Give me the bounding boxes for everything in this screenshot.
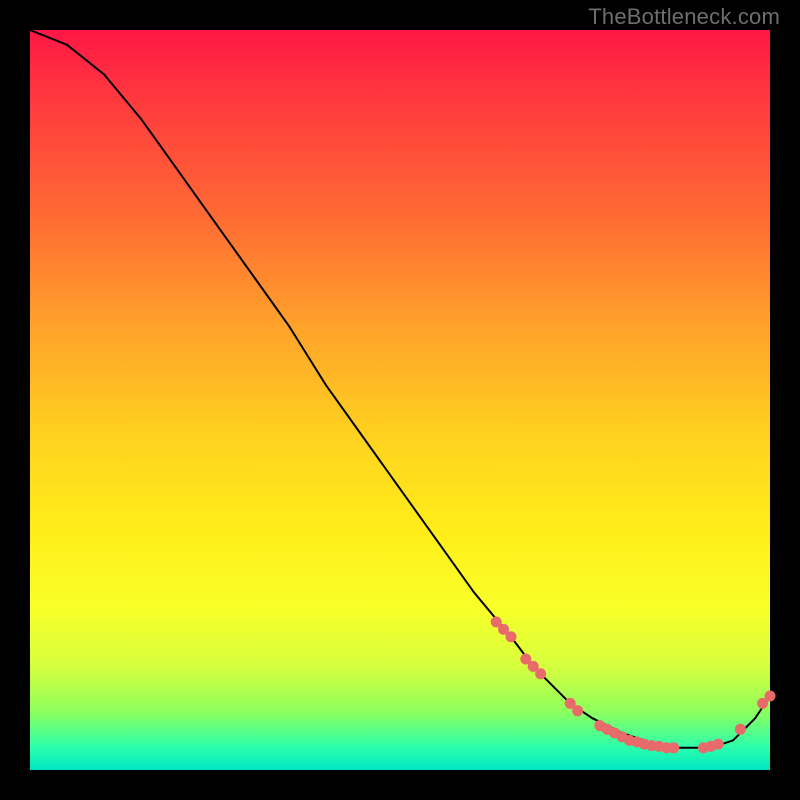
plot-area	[30, 30, 770, 770]
watermark-text: TheBottleneck.com	[588, 4, 780, 30]
bottleneck-curve	[30, 30, 770, 748]
curve-dot	[668, 742, 679, 753]
curve-dot	[572, 705, 583, 716]
chart-frame: TheBottleneck.com	[0, 0, 800, 800]
curve-dot	[765, 691, 776, 702]
curve-dot	[713, 739, 724, 750]
curve-dot	[735, 724, 746, 735]
curve-dot	[535, 668, 546, 679]
curve-markers	[491, 617, 776, 754]
curve-svg	[30, 30, 770, 770]
curve-dot	[506, 631, 517, 642]
